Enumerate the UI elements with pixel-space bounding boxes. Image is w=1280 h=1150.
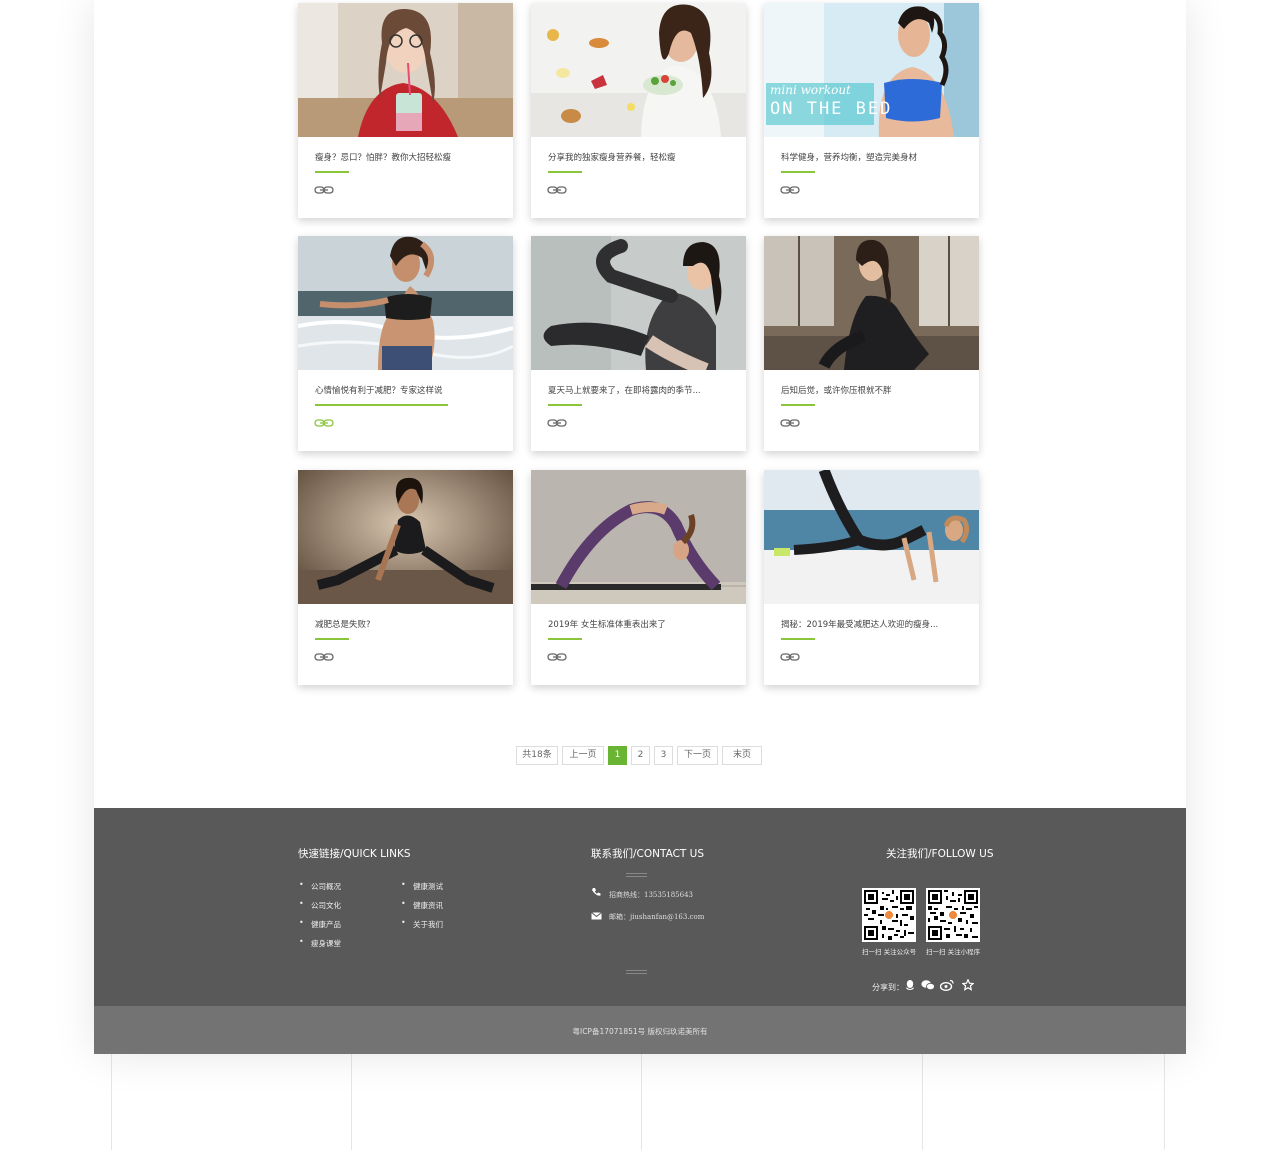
last-page-button[interactable]: 末页 — [722, 746, 762, 765]
qr-caption: 扫一扫 关注公众号 — [862, 948, 917, 956]
share-label: 分享到： — [872, 983, 904, 992]
title-underline — [781, 638, 815, 640]
article-card[interactable]: 瘦身？忌口？怕胖？教你大招轻松瘦 — [298, 3, 513, 218]
quick-link[interactable]: 公司文化 — [299, 899, 341, 911]
mail-icon — [591, 912, 602, 920]
link-icon[interactable] — [314, 418, 334, 428]
qr-code-official-account — [862, 888, 916, 942]
article-image[interactable] — [764, 470, 979, 604]
article-image[interactable] — [298, 470, 513, 604]
quick-link[interactable]: 健康资讯 — [401, 899, 443, 911]
footer: 快速链接/QUICK LINKS 公司概况 公司文化 健康产品 瘦身课堂 健康测… — [94, 808, 1186, 1006]
page-2-button[interactable]: 2 — [631, 746, 650, 765]
link-icon[interactable] — [314, 652, 334, 662]
pagination: 共18条 上一页 1 2 3 下一页 末页 — [94, 746, 1186, 766]
hotline-text: 招商热线：13535185643 — [609, 891, 693, 899]
quick-link[interactable]: 瘦身课堂 — [299, 937, 341, 949]
image-overlay-line1: mini workout — [770, 83, 851, 97]
title-underline — [548, 404, 582, 406]
article-card[interactable]: mini workout ON THE BED 科学健身，营养均衡，塑造完美身材 — [764, 3, 979, 218]
quick-links-title: 快速链接/QUICK LINKS — [298, 848, 411, 860]
article-title[interactable]: 2019年 女生标准体重表出来了 — [548, 618, 733, 630]
title-underline — [781, 404, 815, 406]
qr-code-mini-program — [926, 888, 980, 942]
article-card[interactable]: 揭秘：2019年最受减肥达人欢迎的瘦身... — [764, 470, 979, 685]
prev-page-button[interactable]: 上一页 — [562, 746, 604, 765]
article-card[interactable]: 夏天马上就要来了，在即将露肉的季节... — [531, 236, 746, 451]
next-page-button[interactable]: 下一页 — [677, 746, 718, 765]
page-1-button[interactable]: 1 — [608, 746, 627, 765]
article-image[interactable] — [764, 236, 979, 370]
link-icon[interactable] — [547, 185, 567, 195]
title-underline — [548, 638, 582, 640]
divider — [626, 970, 647, 974]
star-icon[interactable] — [962, 979, 974, 991]
qq-icon[interactable] — [904, 979, 916, 991]
weibo-icon[interactable] — [940, 979, 954, 991]
contact-title: 联系我们/CONTACT US — [591, 848, 705, 860]
image-overlay-line2: ON THE BED — [770, 99, 893, 119]
title-underline — [781, 171, 815, 173]
wechat-icon[interactable] — [921, 979, 935, 991]
page-container: 瘦身？忌口？怕胖？教你大招轻松瘦 分享我的独家瘦身营养餐，轻松瘦 mini wo… — [94, 0, 1186, 1054]
page-3-button[interactable]: 3 — [654, 746, 673, 765]
qr-caption: 扫一扫 关注小程序 — [926, 948, 981, 956]
article-title[interactable]: 夏天马上就要来了，在即将露肉的季节... — [548, 384, 733, 396]
quick-link[interactable]: 健康产品 — [299, 918, 341, 930]
article-title[interactable]: 分享我的独家瘦身营养餐，轻松瘦 — [548, 151, 733, 163]
article-title[interactable]: 后知后觉，或许你压根就不胖 — [781, 384, 966, 396]
article-card[interactable]: 分享我的独家瘦身营养餐，轻松瘦 — [531, 3, 746, 218]
link-icon[interactable] — [780, 185, 800, 195]
article-card[interactable]: 2019年 女生标准体重表出来了 — [531, 470, 746, 685]
link-icon[interactable] — [780, 418, 800, 428]
quick-link[interactable]: 健康测试 — [401, 880, 443, 892]
pagination-total: 共18条 — [516, 746, 558, 765]
article-card[interactable]: 心情愉悦有利于减肥？专家这样说 — [298, 236, 513, 451]
quick-link[interactable]: 关于我们 — [401, 918, 443, 930]
article-card[interactable]: 减肥总是失败? — [298, 470, 513, 685]
email-text[interactable]: 邮箱：jiushanfan@163.com — [609, 912, 704, 922]
link-icon[interactable] — [547, 652, 567, 662]
divider — [626, 873, 647, 877]
phone-icon — [592, 888, 601, 896]
article-image[interactable] — [531, 470, 746, 604]
article-card[interactable]: 后知后觉，或许你压根就不胖 — [764, 236, 979, 451]
link-icon[interactable] — [314, 185, 334, 195]
follow-title: 关注我们/FOLLOW US — [886, 848, 994, 860]
article-image[interactable] — [298, 236, 513, 370]
title-underline — [315, 638, 349, 640]
article-title[interactable]: 减肥总是失败? — [315, 618, 500, 630]
link-icon[interactable] — [547, 418, 567, 428]
article-image[interactable] — [298, 3, 513, 137]
article-title[interactable]: 瘦身？忌口？怕胖？教你大招轻松瘦 — [315, 151, 500, 163]
quick-link[interactable]: 公司概况 — [299, 880, 341, 892]
article-image[interactable] — [531, 3, 746, 137]
title-underline — [548, 171, 582, 173]
article-title[interactable]: 心情愉悦有利于减肥？专家这样说 — [315, 384, 500, 396]
copyright-text: 粤ICP备17071851号 版权归玖诺美所有 — [572, 1027, 708, 1036]
title-underline — [315, 171, 349, 173]
link-icon[interactable] — [780, 652, 800, 662]
article-image[interactable] — [531, 236, 746, 370]
title-underline — [315, 404, 448, 406]
article-title[interactable]: 揭秘：2019年最受减肥达人欢迎的瘦身... — [781, 618, 966, 630]
article-image[interactable]: mini workout ON THE BED — [764, 3, 979, 137]
article-title[interactable]: 科学健身，营养均衡，塑造完美身材 — [781, 151, 966, 163]
copyright-bar: 粤ICP备17071851号 版权归玖诺美所有 — [94, 1006, 1186, 1054]
